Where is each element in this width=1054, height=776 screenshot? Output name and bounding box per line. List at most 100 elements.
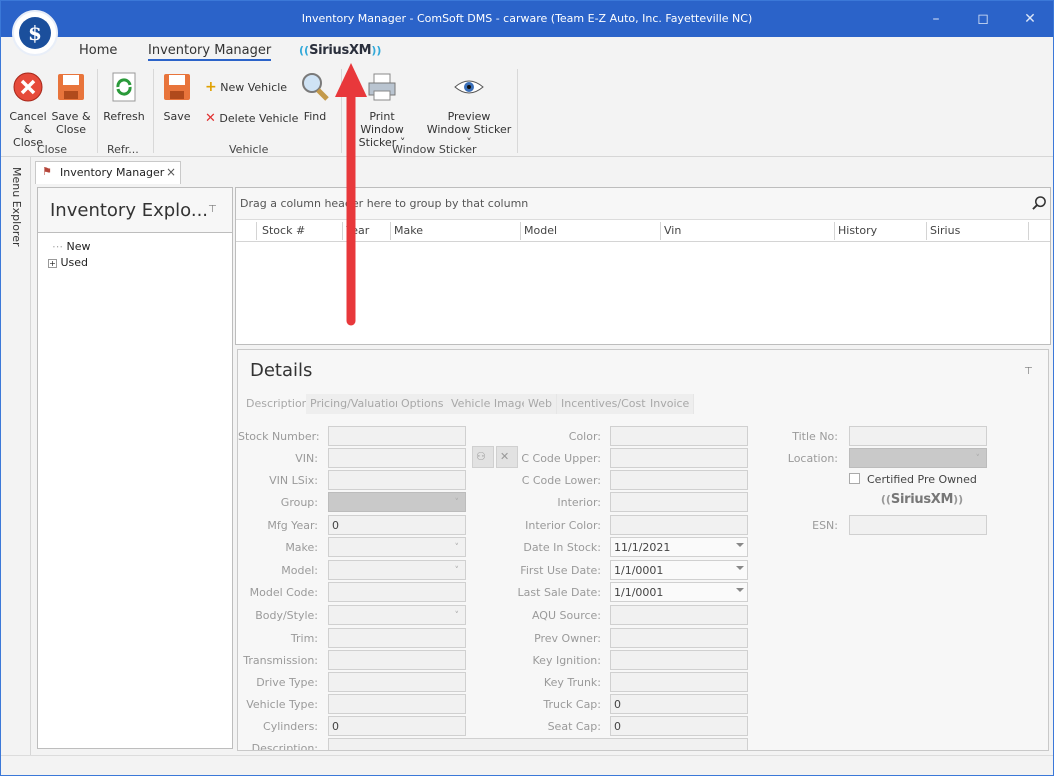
tree-node-used[interactable]: + Used xyxy=(48,256,88,269)
column-separator xyxy=(834,222,835,240)
truck-cap-field[interactable]: 0 xyxy=(610,694,748,714)
prev-owner-field[interactable] xyxy=(610,628,748,648)
tab-vehicle-image[interactable]: Vehicle Image xyxy=(447,394,534,414)
menu-explorer-sidebar[interactable]: Menu Explorer xyxy=(1,157,31,755)
details-title: Details xyxy=(250,360,313,381)
label-vin: VIN: xyxy=(295,452,318,465)
label-trim: Trim: xyxy=(290,632,318,645)
label-c-code-upper: C Code Upper: xyxy=(521,452,601,465)
close-window-button[interactable]: ✕ xyxy=(1015,7,1045,31)
label-model-code: Model Code: xyxy=(249,586,318,599)
last-sale-date-field[interactable]: 1/1/0001 xyxy=(610,582,748,602)
details-panel: Details ⊤ Description Pricing/Valuation … xyxy=(237,349,1049,751)
certified-pre-owned-checkbox[interactable] xyxy=(849,473,860,484)
inventory-explorer-panel: Inventory Explo... ⊤ ⋯ New + Used xyxy=(37,187,233,749)
tab-invoice[interactable]: Invoice xyxy=(646,394,695,414)
tab-web[interactable]: Web xyxy=(524,394,557,414)
save-icon xyxy=(164,74,190,100)
model-select[interactable]: ˅ xyxy=(328,560,466,580)
pin-icon[interactable]: ⊤ xyxy=(208,204,217,215)
column-sirius[interactable]: Sirius xyxy=(930,224,960,237)
interior-field[interactable] xyxy=(610,492,748,512)
column-vin[interactable]: Vin xyxy=(664,224,681,237)
cylinders-field[interactable]: 0 xyxy=(328,716,466,736)
chevron-down-icon xyxy=(736,566,744,570)
maximize-button[interactable]: ◻ xyxy=(968,7,998,31)
model-code-field[interactable] xyxy=(328,582,466,602)
location-select[interactable]: ˅ xyxy=(849,448,987,468)
stock-number-field[interactable] xyxy=(328,426,466,446)
app-logo[interactable]: $ xyxy=(12,10,58,56)
title-no-field[interactable] xyxy=(849,426,987,446)
trim-field[interactable] xyxy=(328,628,466,648)
transmission-field[interactable] xyxy=(328,650,466,670)
delete-icon: ✕ xyxy=(205,111,216,126)
document-tab-inventory-manager[interactable]: ⚑ Inventory Manager × xyxy=(35,161,181,184)
tab-incentives-cost[interactable]: Incentives/Cost xyxy=(557,394,651,414)
mfg-year-field[interactable]: 0 xyxy=(328,515,466,535)
save-close-icon xyxy=(58,74,84,100)
tree-node-new[interactable]: ⋯ New xyxy=(52,240,91,253)
delete-vehicle-button[interactable]: ✕ Delete Vehicle xyxy=(205,111,298,126)
vin-field[interactable] xyxy=(328,448,466,468)
label-prev-owner: Prev Owner: xyxy=(534,632,601,645)
drive-type-field[interactable] xyxy=(328,672,466,692)
tab-description[interactable]: Description xyxy=(242,394,314,414)
label-seat-cap: Seat Cap: xyxy=(547,720,601,733)
key-ignition-field[interactable] xyxy=(610,650,748,670)
label-first-use-date: First Use Date: xyxy=(520,564,601,577)
label-vehicle-type: Vehicle Type: xyxy=(246,698,318,711)
column-make[interactable]: Make xyxy=(394,224,423,237)
label-stock-number: Stock Number: xyxy=(238,430,320,443)
window-title: Inventory Manager - ComSoft DMS - carwar… xyxy=(301,12,753,25)
make-select[interactable]: ˅ xyxy=(328,537,466,557)
column-separator xyxy=(926,222,927,240)
interior-color-field[interactable] xyxy=(610,515,748,535)
new-vehicle-button[interactable]: + New Vehicle xyxy=(205,79,287,95)
column-separator xyxy=(520,222,521,240)
label-mfg-year: Mfg Year: xyxy=(267,519,318,532)
aqu-source-field[interactable] xyxy=(610,605,748,625)
menu-explorer-label: Menu Explorer xyxy=(10,167,23,247)
label-body-style: Body/Style: xyxy=(255,609,318,622)
vehicle-type-field[interactable] xyxy=(328,694,466,714)
preview-window-sticker-button[interactable]: Preview Window Sticker ˅ xyxy=(425,71,513,149)
esn-field[interactable] xyxy=(849,515,987,535)
search-icon[interactable] xyxy=(1032,196,1047,211)
save-button[interactable]: Save xyxy=(159,71,195,123)
c-code-lower-field[interactable] xyxy=(610,470,748,490)
first-use-date-field[interactable]: 1/1/0001 xyxy=(610,560,748,580)
label-transmission: Transmission: xyxy=(243,654,318,667)
description-field[interactable] xyxy=(328,738,748,750)
pin-icon[interactable]: ⊤ xyxy=(1024,366,1033,377)
expand-icon[interactable]: + xyxy=(48,259,57,268)
c-code-upper-field[interactable] xyxy=(610,448,748,468)
save-close-button[interactable]: Save & Close xyxy=(51,71,91,136)
label-c-code-lower: C Code Lower: xyxy=(521,474,601,487)
refresh-button[interactable]: Refresh xyxy=(103,71,145,123)
label-vin-lsix: VIN LSix: xyxy=(269,474,318,487)
inventory-tree: ⋯ New + Used xyxy=(38,232,232,748)
dollar-icon: $ xyxy=(19,17,51,49)
color-field[interactable] xyxy=(610,426,748,446)
date-in-stock-field[interactable]: 11/1/2021 xyxy=(610,537,748,557)
minimize-button[interactable]: – xyxy=(921,7,951,31)
tab-home[interactable]: Home xyxy=(79,43,117,58)
tab-inventory-manager[interactable]: Inventory Manager xyxy=(148,43,272,61)
column-history[interactable]: History xyxy=(838,224,877,237)
close-tab-icon[interactable]: × xyxy=(166,165,176,179)
tab-options[interactable]: Options xyxy=(397,394,449,414)
tab-pricing-valuation[interactable]: Pricing/Valuation xyxy=(306,394,408,414)
group-select[interactable]: ˅ xyxy=(328,492,466,512)
chevron-down-icon: ˅ xyxy=(454,498,460,508)
vin-lsix-field[interactable] xyxy=(328,470,466,490)
column-model[interactable]: Model xyxy=(524,224,557,237)
body-style-select[interactable]: ˅ xyxy=(328,605,466,625)
column-stock[interactable]: Stock # xyxy=(262,224,305,237)
key-trunk-field[interactable] xyxy=(610,672,748,692)
seat-cap-field[interactable]: 0 xyxy=(610,716,748,736)
label-truck-cap: Truck Cap: xyxy=(543,698,601,711)
cancel-close-button[interactable]: Cancel & Close xyxy=(7,71,49,149)
siriusxm-badge: ((SiriusXM)) xyxy=(880,492,964,507)
chevron-down-icon xyxy=(736,588,744,592)
